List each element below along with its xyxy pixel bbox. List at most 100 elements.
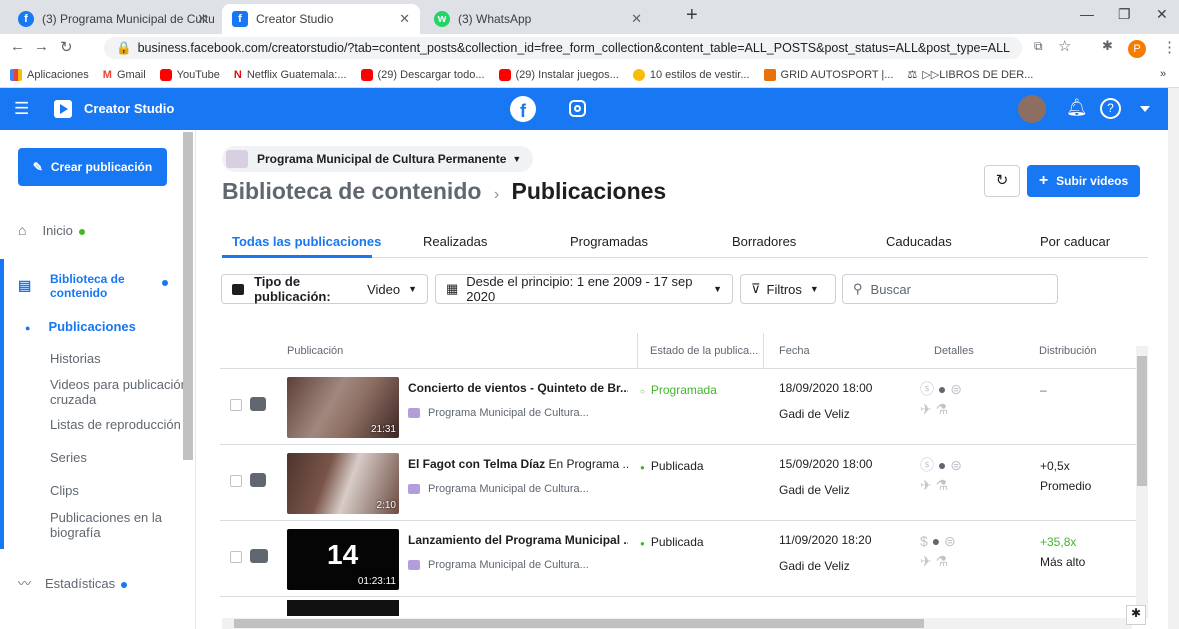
forward-icon[interactable]: →	[34, 38, 49, 55]
table-vertical-scrollbar[interactable]	[1136, 346, 1148, 618]
bell-icon[interactable]: 🔔︎	[1066, 98, 1088, 118]
video-thumbnail[interactable]: 21:31	[287, 377, 399, 438]
thumbnail-text: 14	[327, 539, 359, 570]
post-title[interactable]: El Fagot con Telma Díaz En Programa ...	[408, 457, 628, 471]
bookmark-item[interactable]: (29) Descargar todo...	[360, 68, 485, 81]
column-estado[interactable]: Estado de la publica...	[650, 345, 758, 357]
close-window-icon[interactable]: ✕	[1156, 6, 1168, 23]
help-icon[interactable]: ?	[1100, 98, 1121, 119]
sidebar-item-clips[interactable]: Clips	[50, 483, 232, 498]
sidebar-item-crosspost[interactable]: Videos para publicación cruzada	[50, 377, 190, 407]
back-icon[interactable]: ←	[10, 38, 25, 55]
sidebar-item-historias[interactable]: Historias	[50, 351, 232, 366]
column-publicacion[interactable]: Publicación	[287, 345, 343, 357]
reload-icon[interactable]: ↻	[60, 38, 73, 56]
bug-report-icon[interactable]: ✱	[1126, 605, 1146, 625]
post-title[interactable]: Concierto de vientos - Quinteto de Br...	[408, 381, 628, 395]
row-checkbox[interactable]	[230, 551, 242, 563]
url-field[interactable]: 🔒 business.facebook.com/creatorstudio/?t…	[104, 37, 1022, 59]
extensions-icon[interactable]: ✱	[1102, 38, 1113, 54]
sidebar-item-series[interactable]: Series	[50, 450, 232, 465]
table-horizontal-scrollbar[interactable]	[222, 618, 1132, 629]
search-input[interactable]: ⚲ Buscar	[842, 274, 1058, 304]
tab-por-caducar[interactable]: Por caducar	[1040, 234, 1110, 249]
column-fecha[interactable]: Fecha	[779, 345, 810, 357]
post-type-filter[interactable]: Tipo de publicación: Video ▼	[221, 274, 428, 304]
crosspost-icon: ⊜	[950, 381, 962, 397]
star-icon[interactable]: ☆	[1058, 37, 1071, 55]
tab-borradores[interactable]: Borradores	[732, 234, 796, 249]
tab-programadas[interactable]: Programadas	[570, 234, 648, 249]
calendar-icon: ▦	[446, 281, 459, 296]
row-checkbox[interactable]	[230, 399, 242, 411]
close-icon[interactable]: ✕	[631, 11, 642, 27]
sidebar-item-biografia[interactable]: Publicaciones en la biografía	[50, 510, 180, 540]
bookmark-item[interactable]: (29) Instalar juegos...	[498, 68, 619, 81]
sidebar-item-label: Publicaciones en la biografía	[50, 510, 163, 540]
video-thumbnail[interactable]: 2:10	[287, 453, 399, 514]
close-icon[interactable]: ✕	[399, 11, 410, 27]
bookmark-item[interactable]: M Gmail	[103, 69, 146, 81]
instagram-icon[interactable]	[569, 100, 586, 117]
table-row[interactable]: 14 01:23:11 Lanzamiento del Programa Muni…	[220, 521, 1148, 597]
bookmark-item[interactable]: 10 estilos de vestir...	[632, 68, 750, 81]
details-icons: $ ● ⊜ ✈ ⚗	[920, 531, 980, 571]
post-title[interactable]: Lanzamiento del Programa Municipal ...	[408, 533, 628, 547]
refresh-button[interactable]: ↻	[984, 165, 1020, 197]
sidebar-item-inicio[interactable]: ⌂ Inicio	[18, 222, 200, 238]
upload-videos-button[interactable]: + Subir videos	[1027, 165, 1140, 197]
column-distribucion[interactable]: Distribución	[1039, 345, 1096, 357]
page-scrollbar[interactable]	[1168, 88, 1179, 629]
copyright-icon: ●	[937, 381, 947, 397]
create-post-button[interactable]: ✎ Crear publicación	[18, 148, 167, 186]
whatsapp-icon: w	[434, 11, 450, 27]
translate-icon[interactable]: ⧉	[1034, 39, 1043, 54]
lock-icon: 🔒	[116, 40, 132, 55]
bookmark-item[interactable]: YouTube	[159, 68, 220, 81]
menu-icon[interactable]: ⋮	[1162, 38, 1177, 56]
date-range-filter[interactable]: ▦ Desde el principio: 1 ene 2009 - 17 se…	[435, 274, 733, 304]
post-date: 11/09/2020 18:20	[779, 533, 872, 547]
filters-button[interactable]: ⊽ Filtros ▼	[740, 274, 836, 304]
table-row[interactable]: 2:10 El Fagot con Telma Díaz En Programa…	[220, 445, 1148, 521]
chevron-down-icon[interactable]	[1140, 106, 1150, 112]
sidebar-scrollbar[interactable]	[183, 132, 193, 460]
bookmarks-bar: Aplicaciones M Gmail YouTube N Netflix Gua…	[0, 62, 1179, 88]
sidebar-item-playlists[interactable]: Listas de reproducción	[50, 417, 232, 432]
video-thumbnail[interactable]: 14 01:23:11	[287, 529, 399, 590]
test-icon: ⚗	[935, 477, 949, 493]
table-row[interactable]: 21:31 Concierto de vientos - Quinteto de…	[220, 369, 1148, 445]
browser-tab-active[interactable]: f Creator Studio ✕	[222, 4, 420, 34]
row-checkbox[interactable]	[230, 475, 242, 487]
tab-label: (3) Programa Municipal de Cultu	[42, 12, 215, 26]
bookmark-item[interactable]: ⚖ ▷▷LIBROS DE DER...	[907, 68, 1033, 81]
minimize-icon[interactable]: —	[1080, 6, 1094, 22]
youtube-icon	[360, 68, 373, 81]
close-icon[interactable]: ✕	[197, 11, 208, 27]
hamburger-icon[interactable]: ☰	[14, 99, 29, 119]
bookmark-item[interactable]: GRID AUTOSPORT |...	[763, 68, 893, 81]
distribution-label: Más alto	[1040, 555, 1086, 569]
tab-todas[interactable]: Todas las publicaciones	[232, 234, 381, 249]
sidebar-item-publicaciones[interactable]: ● Publicaciones	[25, 319, 207, 334]
facebook-icon[interactable]: f	[510, 96, 536, 122]
restore-icon[interactable]: ❐	[1118, 6, 1131, 23]
avatar[interactable]	[1018, 95, 1046, 123]
browser-tab[interactable]: w (3) WhatsApp ✕	[424, 4, 656, 34]
tab-realizadas[interactable]: Realizadas	[423, 234, 487, 249]
sidebar-item-estadisticas[interactable]: 〰 Estadísticas	[18, 573, 200, 592]
more-bookmarks-icon[interactable]: »	[1160, 68, 1166, 80]
post-page: Programa Municipal de Cultura...	[408, 483, 589, 495]
profile-avatar[interactable]: P	[1128, 40, 1146, 58]
page-selector[interactable]: Programa Municipal de Cultura Permanente…	[222, 146, 534, 172]
column-detalles[interactable]: Detalles	[934, 345, 974, 357]
tab-caducadas[interactable]: Caducadas	[886, 234, 952, 249]
active-indicator	[0, 259, 4, 549]
bookmark-item[interactable]: Aplicaciones	[10, 68, 89, 81]
breadcrumb-parent[interactable]: Biblioteca de contenido	[222, 178, 481, 204]
new-tab-icon[interactable]: +	[686, 4, 698, 27]
post-author: Gadi de Veliz	[779, 483, 850, 497]
bookmark-item[interactable]: N Netflix Guatemala:...	[234, 69, 347, 81]
bookmark-label: Netflix Guatemala:...	[246, 68, 347, 81]
browser-tab[interactable]: f (3) Programa Municipal de Cultu ✕	[8, 4, 218, 34]
